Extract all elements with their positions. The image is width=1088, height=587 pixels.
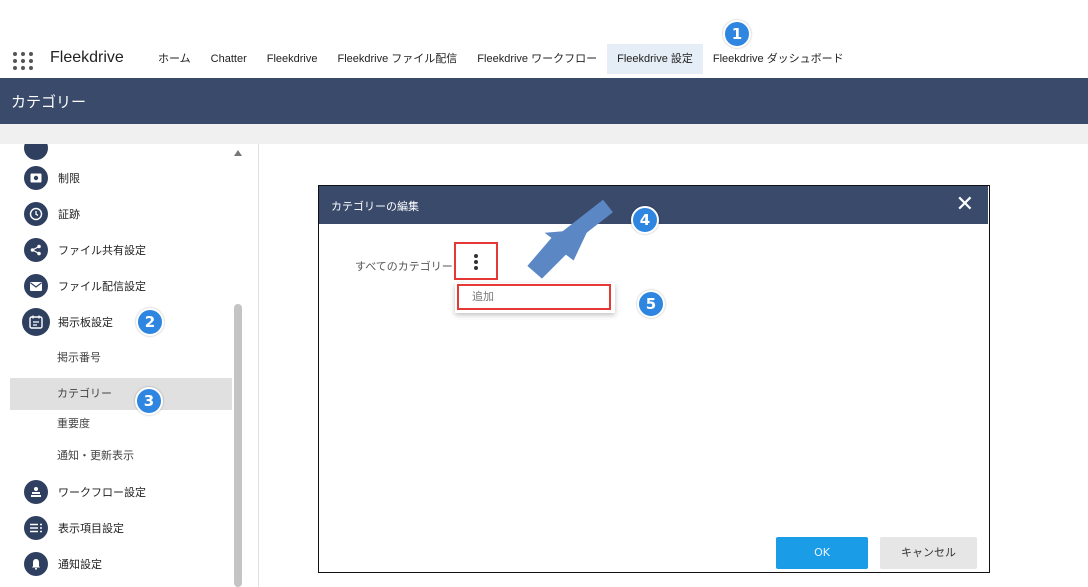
clock-icon (24, 202, 48, 226)
ok-button[interactable]: OK (776, 537, 868, 569)
page-title: カテゴリー (11, 93, 87, 111)
close-icon[interactable]: ✕ (956, 192, 974, 218)
category-context-menu: 追加 (455, 283, 615, 313)
sidebar-item-notification-settings[interactable]: 通知設定 (10, 546, 232, 582)
bulletin-icon (22, 308, 50, 336)
sidebar-item-label: 掲示板設定 (58, 316, 113, 329)
tab-workflow[interactable]: Fleekdrive ワークフロー (467, 44, 607, 74)
sidebar-item-label: 制限 (58, 172, 80, 185)
kebab-menu-icon (456, 252, 496, 272)
top-nav: Fleekdrive ホーム Chatter Fleekdrive Fleekd… (0, 0, 1088, 78)
annotation-badge-1: 1 (723, 20, 751, 48)
sidebar-item-bulletin[interactable]: 掲示板設定 (10, 304, 232, 340)
sidebar-subitem-notification[interactable]: 通知・更新表示 (10, 440, 232, 472)
annotation-arrow-icon (524, 200, 613, 280)
annotation-badge-2: 2 (136, 308, 164, 336)
restriction-icon (24, 166, 48, 190)
tab-dashboard[interactable]: Fleekdrive ダッシュボード (703, 44, 854, 74)
bell-icon (24, 552, 48, 576)
tab-chatter[interactable]: Chatter (201, 44, 257, 74)
category-menu-button[interactable] (454, 242, 498, 280)
app-launcher-icon[interactable] (13, 52, 35, 70)
sidebar-subitem-post-number[interactable]: 掲示番号 (10, 342, 232, 374)
dialog-title: カテゴリーの編集 (331, 200, 419, 213)
settings-sidebar: 制限 証跡 ファイル共有設定 ファイル配信設定 掲示板設定 掲示番号 カテゴリー… (10, 144, 244, 587)
annotation-badge-3: 3 (135, 387, 163, 415)
annotation-badge-4: 4 (631, 206, 659, 234)
list-icon (24, 516, 48, 540)
tab-file-delivery[interactable]: Fleekdrive ファイル配信 (328, 44, 468, 74)
sidebar-item-audit[interactable]: 証跡 (10, 196, 232, 232)
header-spacer (0, 124, 1088, 144)
sidebar-item-label: ファイル配信設定 (58, 280, 146, 293)
nav-tabs: ホーム Chatter Fleekdrive Fleekdrive ファイル配信… (148, 44, 854, 74)
menu-item-add[interactable]: 追加 (457, 284, 611, 310)
sidebar-item-label: 証跡 (58, 208, 80, 221)
workflow-icon (24, 480, 48, 504)
sidebar-item-label: 表示項目設定 (58, 522, 124, 535)
annotation-badge-5: 5 (637, 290, 665, 318)
sidebar-item-label: 通知設定 (58, 558, 102, 571)
sidebar-item-file-delivery[interactable]: ファイル配信設定 (10, 268, 232, 304)
category-edit-dialog: カテゴリーの編集 ✕ すべてのカテゴリー (318, 185, 990, 573)
scroll-up-arrow-icon[interactable] (234, 150, 242, 156)
sidebar-item-restriction[interactable]: 制限 (10, 160, 232, 196)
cancel-button[interactable]: キャンセル (880, 537, 977, 569)
page-header: カテゴリー (0, 78, 1088, 124)
tab-home[interactable]: ホーム (148, 44, 201, 74)
category-tree-root[interactable]: すべてのカテゴリー (355, 258, 453, 274)
sidebar-item-label: ファイル共有設定 (58, 244, 146, 257)
sidebar-item-label: ワークフロー設定 (58, 486, 146, 499)
sidebar-item-workflow[interactable]: ワークフロー設定 (10, 474, 232, 510)
tab-fleekdrive[interactable]: Fleekdrive (257, 44, 328, 74)
app-name: Fleekdrive (50, 49, 124, 66)
sidebar-item-display-fields[interactable]: 表示項目設定 (10, 510, 232, 546)
sidebar-subitem-category[interactable]: カテゴリー (10, 378, 232, 410)
hidden-item-icon (24, 144, 48, 160)
sidebar-item-file-share[interactable]: ファイル共有設定 (10, 232, 232, 268)
tab-settings[interactable]: Fleekdrive 設定 (607, 44, 703, 74)
sidebar-scrollbar-thumb[interactable] (234, 304, 242, 587)
mail-icon (24, 274, 48, 298)
sidebar-subitem-importance[interactable]: 重要度 (10, 408, 232, 440)
share-icon (24, 238, 48, 262)
